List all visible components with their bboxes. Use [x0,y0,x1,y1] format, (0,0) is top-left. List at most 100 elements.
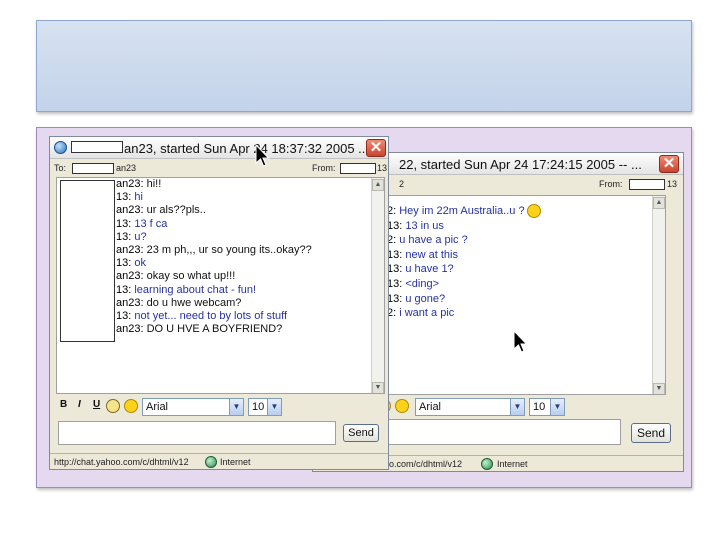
message-text: ok [134,257,146,270]
send-button[interactable]: Send [631,423,671,443]
window-title: 22, started Sun Apr 24 17:24:15 2005 -- … [399,157,642,172]
chat-message: 13: not yet... need to by lots of stuff [116,310,312,323]
window-title: an23, started Sun Apr 24 18:37:32 2005 .… [124,141,370,156]
scroll-up-arrow[interactable]: ▲ [653,197,665,209]
scroll-down-arrow[interactable]: ▼ [653,383,665,394]
status-bar: http://chat.yahoo.com/c/dhtml/v12 Intern… [50,453,388,469]
chat-message: 13: ok [116,257,312,270]
message-sender: 13: [387,248,406,261]
message-sender: an23: [116,178,147,190]
chevron-down-icon: ▼ [229,399,243,415]
message-sender: 13: [387,292,406,305]
mouse-cursor-icon [513,329,528,353]
message-sender: 13: [116,191,135,204]
chevron-down-icon: ▼ [267,399,281,415]
chat-message: 2: Hey im 22m Australia..u ? [387,204,541,219]
chat-message: 13: 13 in us [387,219,541,234]
message-text: u have 1? [405,263,454,276]
chat-app-icon [54,141,67,154]
message-sender: 13: [116,257,135,270]
status-zone: Internet [220,457,251,467]
address-row: To: an23 From: 13 [54,162,388,177]
status-url: http://chat.yahoo.com/c/dhtml/v12 [54,457,189,467]
from-suffix: 13 [377,163,388,173]
to-field-label: 2 [399,179,405,189]
message-sender: 13: [116,230,135,243]
close-button[interactable]: ✕ [659,155,679,173]
message-sender: 13: [116,217,135,230]
font-select[interactable]: Arial ▼ [415,398,525,416]
message-text: u have a pic ? [399,234,468,247]
status-zone: Internet [497,459,528,469]
to-suffix: an23 [116,163,137,173]
message-scrollbar[interactable]: ▲ ▼ [371,178,384,393]
send-button[interactable]: Send [343,424,379,442]
username-masked [71,141,123,153]
chat-message: 13: hi [116,191,312,204]
emoticon-icon[interactable] [106,399,120,413]
message-text: learning about chat - fun! [134,283,257,296]
message-text: hi!! [146,178,162,190]
scroll-down-arrow[interactable]: ▼ [372,382,384,393]
message-sender: an23: [116,244,147,257]
chat-message: 13: new at this [387,248,541,263]
chat-message: 13: u have 1? [387,262,541,277]
to-label: To: [54,163,67,173]
format-toolbar: B I U Arial ▼ 10 ▼ [50,397,388,417]
chat-message: 13: <ding> [387,277,541,292]
scroll-up-arrow[interactable]: ▲ [372,179,384,191]
underline-button[interactable]: U [93,399,100,410]
status-url: hoo.com/c/dhtml/v12 [379,459,463,469]
window-titlebar[interactable]: an23, started Sun Apr 24 18:37:32 2005 .… [50,137,388,159]
italic-button[interactable]: I [78,399,81,410]
message-sender: an23: [116,323,147,336]
from-username-masked [340,163,376,174]
font-size-select[interactable]: 10 ▼ [248,398,282,416]
message-text: not yet... need to by lots of stuff [134,310,288,323]
chat-message: an23: DO U HVE A BOYFRIEND? [116,323,312,336]
message-sender: an23: [116,204,147,217]
avatar-masked [60,180,115,342]
bold-button[interactable]: B [60,399,67,410]
message-text: Hey im 22m Australia..u ? [399,205,525,217]
message-sender: 13: [116,310,135,323]
message-input[interactable] [58,421,336,445]
from-label: From: [599,179,623,189]
chat-message: an23: do u hwe webcam? [116,297,312,310]
message-text: DO U HVE A BOYFRIEND? [146,323,283,336]
font-select[interactable]: Arial ▼ [142,398,244,416]
message-scrollbar[interactable]: ▲ ▼ [652,196,665,394]
message-sender: 13: [387,277,406,290]
sunglasses-emoticon-icon[interactable] [124,399,138,413]
internet-globe-icon [205,456,217,468]
message-sender: an23: [116,270,147,283]
sunglasses-emoticon-icon[interactable] [395,399,409,413]
chat-message: an23: 23 m ph,,, ur so young its..okay?? [116,244,312,257]
chat-message: 2: u have a pic ? [387,233,541,248]
message-text: 23 m ph,,, ur so young its..okay?? [146,244,312,257]
chat-message: 2: i want a pic [387,306,541,321]
chat-message: 13: u? [116,231,312,244]
close-button[interactable]: ✕ [366,139,386,157]
message-text: i want a pic [399,307,455,320]
mouse-cursor-icon [255,143,270,167]
message-text: u gone? [405,292,446,305]
message-area[interactable]: an23: hi!! 13: hi an23: ur als??pls.. 13: 1… [56,177,385,394]
chevron-down-icon: ▼ [550,399,564,415]
message-text: 13 in us [405,219,444,232]
to-username-masked [72,163,114,174]
message-sender: 13: [387,263,406,276]
chat-message: an23: okay so what up!!! [116,270,312,283]
chat-window-front[interactable]: an23, started Sun Apr 24 18:37:32 2005 .… [49,136,389,470]
message-text: do u hwe webcam? [146,296,242,309]
chevron-down-icon: ▼ [510,399,524,415]
chat-message: an23: hi!! [116,178,312,191]
chat-message: 13: u gone? [387,292,541,307]
chat-message: an23: ur als??pls.. [116,204,312,217]
font-size-select[interactable]: 10 ▼ [529,398,565,416]
from-username-masked [629,179,665,190]
message-text: hi [134,191,143,204]
message-sender: an23: [116,296,147,309]
message-text: 13 f ca [134,217,168,230]
message-text: <ding> [405,277,440,290]
